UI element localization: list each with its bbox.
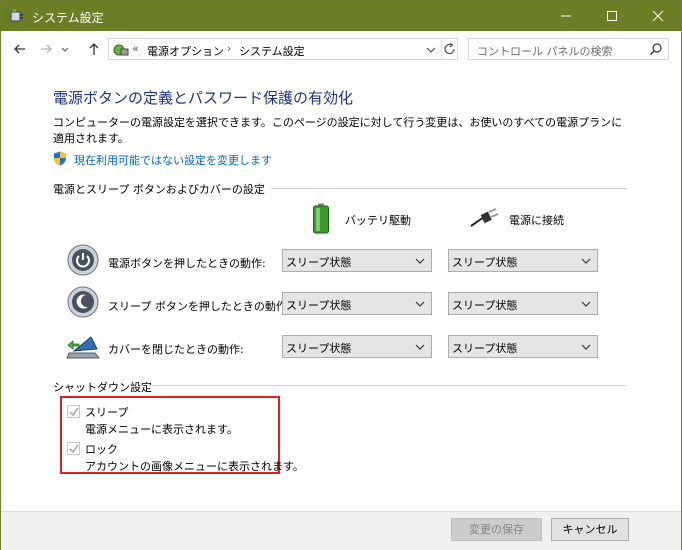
battery-icon <box>313 203 329 234</box>
lid-close-battery-dropdown[interactable]: スリープ状態 <box>282 335 432 358</box>
lock-checkbox-description: アカウントの画像メニューに表示されます。 <box>85 460 304 473</box>
maximize-icon <box>607 11 617 21</box>
title-bar: システム設定 <box>1 1 681 31</box>
lid-close-label: カバーを閉じたときの動作: <box>108 343 244 356</box>
shutdown-section-heading: シャットダウン設定 <box>53 381 152 394</box>
refresh-icon <box>444 42 455 55</box>
laptop-lid-icon <box>66 336 101 359</box>
save-changes-button[interactable]: 変更の保存 <box>451 518 542 541</box>
checkmark-icon <box>69 444 79 454</box>
back-arrow-icon[interactable] <box>10 39 30 59</box>
dropdown-value: スリープ状態 <box>286 256 352 269</box>
chevron-down-icon <box>415 301 425 307</box>
checkmark-icon <box>69 407 79 417</box>
footer-bar: 変更の保存 キャンセル <box>1 511 681 550</box>
page-description: コンピューターの電源設定を選択できます。このページの設定に対して行う変更は、お使… <box>53 116 623 145</box>
uac-shield-icon <box>54 151 66 166</box>
dropdown-value: スリープ状態 <box>452 299 518 312</box>
lock-checkbox[interactable] <box>67 442 80 455</box>
window-title: システム設定 <box>32 11 104 25</box>
search-input[interactable]: コントロール パネルの検索 <box>468 38 669 60</box>
close-button[interactable] <box>635 1 681 31</box>
breadcrumb-system-settings[interactable]: システム設定 <box>239 43 305 59</box>
recent-dropdown-icon[interactable] <box>59 39 71 59</box>
system-settings-window: システム設定 « 電源オプション › システム設定 コントロール パネルの検索 … <box>0 0 682 550</box>
chevron-down-icon <box>581 301 591 307</box>
breadcrumb-overflow[interactable]: « <box>132 42 139 55</box>
lock-checkbox-label[interactable]: ロック <box>85 441 118 457</box>
sleep-button-battery-dropdown[interactable]: スリープ状態 <box>282 292 432 315</box>
sleep-button-plugged-dropdown[interactable]: スリープ状態 <box>448 292 598 315</box>
sleep-checkbox[interactable] <box>67 405 80 418</box>
power-button-battery-dropdown[interactable]: スリープ状態 <box>282 249 432 272</box>
battery-column-header: バッテリ駆動 <box>345 214 411 227</box>
up-arrow-icon[interactable] <box>84 39 104 59</box>
dropdown-value: スリープ状態 <box>452 342 518 355</box>
power-section-heading: 電源とスリープ ボタンおよびカバーの設定 <box>53 183 265 196</box>
power-plug-icon <box>470 208 499 227</box>
power-button-icon <box>67 244 99 276</box>
refresh-button[interactable] <box>441 39 458 59</box>
lid-close-plugged-dropdown[interactable]: スリープ状態 <box>448 335 598 358</box>
plugged-in-column-header: 電源に接続 <box>509 214 564 227</box>
sleep-checkbox-description: 電源メニューに表示されます。 <box>85 423 238 436</box>
chevron-down-icon <box>581 344 591 350</box>
breadcrumb-separator: › <box>227 42 232 55</box>
navigation-bar: « 電源オプション › システム設定 コントロール パネルの検索 <box>1 31 681 67</box>
chevron-down-icon <box>415 344 425 350</box>
dropdown-value: スリープ状態 <box>286 299 352 312</box>
power-options-icon <box>10 9 23 22</box>
search-placeholder: コントロール パネルの検索 <box>477 45 613 58</box>
power-button-plugged-dropdown[interactable]: スリープ状態 <box>448 249 598 272</box>
content-area: 電源ボタンの定義とパスワード保護の有効化 コンピューターの電源設定を選択できます… <box>1 67 681 511</box>
chevron-down-icon <box>581 258 591 264</box>
sleep-button-icon <box>67 286 99 318</box>
chevron-down-icon <box>426 47 436 53</box>
minimize-icon <box>561 15 571 17</box>
sleep-button-label: スリープ ボタンを押したときの動作: <box>108 300 291 313</box>
cancel-button[interactable]: キャンセル <box>551 518 629 541</box>
close-icon <box>652 10 664 22</box>
forward-arrow-icon[interactable] <box>36 39 56 59</box>
maximize-button[interactable] <box>589 1 635 31</box>
address-bar[interactable]: « 電源オプション › システム設定 <box>108 38 458 60</box>
section-divider <box>271 188 627 189</box>
sleep-checkbox-label[interactable]: スリープ <box>85 404 128 420</box>
search-icon[interactable] <box>649 42 663 56</box>
dropdown-value: スリープ状態 <box>286 342 352 355</box>
breadcrumb-power-options[interactable]: 電源オプション <box>147 43 224 59</box>
address-history-dropdown[interactable] <box>423 39 439 59</box>
control-panel-icon <box>113 44 129 56</box>
dropdown-value: スリープ状態 <box>452 256 518 269</box>
power-button-label: 電源ボタンを押したときの動作: <box>108 257 266 270</box>
minimize-button[interactable] <box>543 1 589 31</box>
chevron-down-icon <box>415 258 425 264</box>
section-divider <box>147 385 627 386</box>
page-title: 電源ボタンの定義とパスワード保護の有効化 <box>53 89 354 107</box>
change-unavailable-settings-link[interactable]: 現在利用可能ではない設定を変更します <box>74 152 272 168</box>
